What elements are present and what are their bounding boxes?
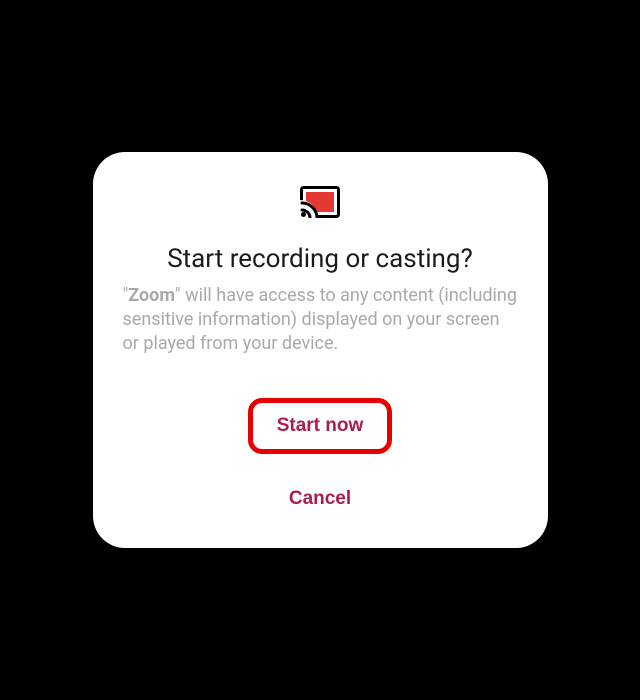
cast-icon xyxy=(300,186,340,222)
primary-button-row: Start now xyxy=(121,398,520,478)
screen-capture-dialog: Start recording or casting? "Zoom" will … xyxy=(93,152,548,549)
dialog-body: "Zoom" will have access to any content (… xyxy=(121,284,520,357)
primary-button-highlight: Start now xyxy=(248,398,393,454)
cancel-button[interactable]: Cancel xyxy=(265,478,375,520)
dialog-title: Start recording or casting? xyxy=(167,244,473,274)
cancel-button-row: Cancel xyxy=(121,478,520,520)
dialog-appname: Zoom xyxy=(128,285,175,306)
start-now-button[interactable]: Start now xyxy=(267,409,374,443)
dialog-body-text: will have access to any content (includi… xyxy=(123,285,517,355)
